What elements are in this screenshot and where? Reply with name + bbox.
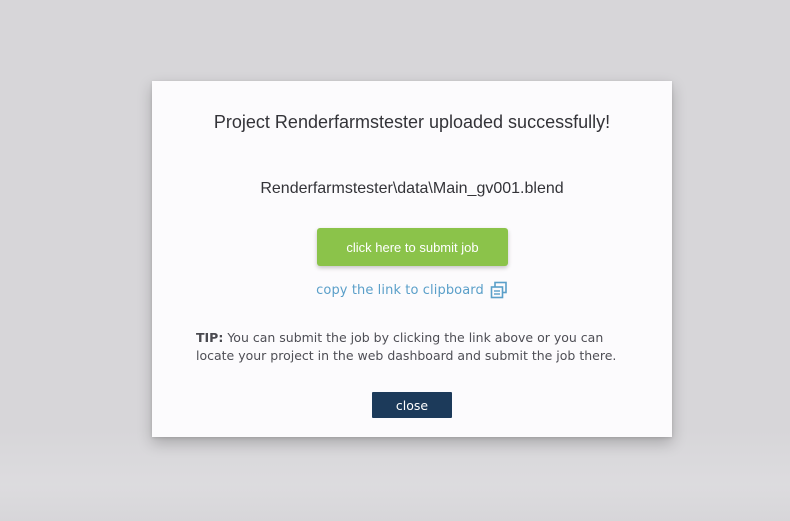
tip-body: You can submit the job by clicking the l…	[196, 330, 617, 363]
close-button[interactable]: close	[372, 392, 452, 418]
backdrop	[0, 430, 790, 521]
dialog-title: Project Renderfarmstester uploaded succe…	[213, 112, 611, 132]
upload-success-dialog: Project Renderfarmstester uploaded succe…	[152, 81, 672, 437]
tip-text: TIP: You can submit the job by clicking …	[196, 329, 636, 365]
copy-icon[interactable]	[490, 281, 508, 299]
tip-label: TIP:	[196, 330, 224, 345]
submit-job-button[interactable]: click here to submit job	[317, 228, 508, 266]
copy-link-label[interactable]: copy the link to clipboard	[316, 283, 484, 298]
copy-link-to-clipboard[interactable]: copy the link to clipboard	[152, 281, 672, 299]
project-file-path: Renderfarmstester\data\Main_gv001.blend	[260, 180, 564, 197]
